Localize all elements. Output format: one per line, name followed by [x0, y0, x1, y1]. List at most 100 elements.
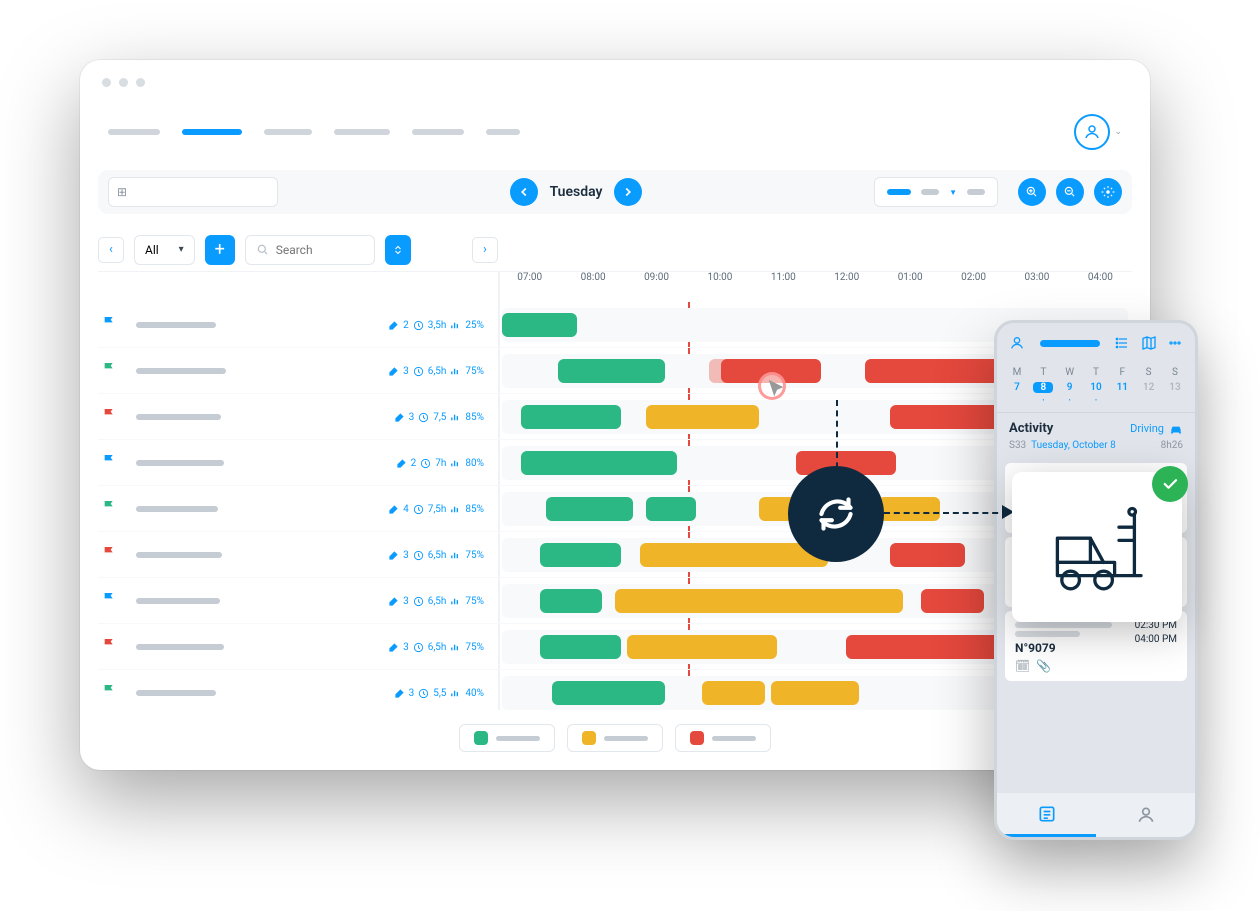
- resource-row[interactable]: 36,5h75%: [98, 348, 1132, 394]
- time-header: 07:0008:0009:0010:0011:0012:0001:0002:00…: [498, 272, 1132, 302]
- resource-rows: 23,5h25% 36,5h75% 37,585%27h80%47,5h85% 36,…: [98, 302, 1132, 710]
- search-input[interactable]: [245, 235, 375, 265]
- next-day-button[interactable]: [614, 178, 642, 206]
- connector-line: [884, 512, 1008, 514]
- resource-row[interactable]: 36,5h75%: [98, 624, 1132, 670]
- legend-green: [459, 724, 555, 752]
- date-navigator: Tuesday: [510, 178, 643, 206]
- view-toggle[interactable]: ▼: [874, 177, 998, 207]
- user-icon: [1009, 335, 1025, 351]
- row-stats: 36,5h75%: [388, 366, 484, 377]
- topbar: ⌄: [108, 115, 1122, 149]
- resource-row[interactable]: 23,5h25%: [98, 302, 1132, 348]
- prev-day-button[interactable]: [510, 178, 538, 206]
- chevron-down-icon: ▾: [179, 244, 184, 255]
- user-menu[interactable]: ⌄: [1074, 114, 1122, 150]
- collapse-left-button[interactable]: ‹: [98, 237, 124, 263]
- tab-profile[interactable]: [1096, 793, 1195, 837]
- row-stats: 35,540%: [394, 688, 484, 699]
- check-badge: [1152, 466, 1188, 502]
- zoom-out-button[interactable]: [1056, 178, 1084, 206]
- nav-item-active[interactable]: [182, 129, 242, 135]
- resource-row[interactable]: 47,5h85%: [98, 486, 1132, 532]
- time-tick: 02:00: [942, 272, 1005, 302]
- task-bar[interactable]: [540, 589, 603, 613]
- search-field[interactable]: [276, 243, 356, 257]
- row-stats: 36,5h75%: [388, 642, 484, 653]
- task-bar[interactable]: [615, 589, 903, 613]
- more-icon[interactable]: [1167, 335, 1183, 351]
- task-bar[interactable]: [702, 681, 765, 705]
- flag-icon: [102, 637, 122, 657]
- task-bar[interactable]: [502, 313, 577, 337]
- time-tick: 11:00: [752, 272, 815, 302]
- flag-icon: [102, 591, 122, 611]
- time-tick: 04:00: [1069, 272, 1132, 302]
- org-selector[interactable]: ⊞: [108, 177, 278, 207]
- time-tick: 03:00: [1005, 272, 1068, 302]
- task-bar[interactable]: [646, 405, 759, 429]
- resource-name: [136, 690, 216, 696]
- collapse-right-button[interactable]: ›: [472, 237, 498, 263]
- time-tick: 12:00: [815, 272, 878, 302]
- progress-bar: [1040, 340, 1100, 347]
- timeline: 07:0008:0009:0010:0011:0012:0001:0002:00…: [98, 272, 1132, 710]
- phone-tabbar: [997, 793, 1195, 837]
- legend-amber: [567, 724, 663, 752]
- resource-name: [136, 322, 216, 328]
- toolbar-actions: ▼: [874, 177, 1122, 207]
- task-bar[interactable]: [521, 451, 678, 475]
- nav-item[interactable]: [334, 129, 390, 135]
- row-stats: 36,5h75%: [388, 550, 484, 561]
- task-bar[interactable]: [558, 359, 664, 383]
- add-button[interactable]: +: [205, 235, 235, 265]
- task-bar[interactable]: [771, 681, 859, 705]
- task-bar[interactable]: [846, 635, 1015, 659]
- main-nav: [108, 129, 520, 135]
- phone-week-selector[interactable]: MTWTFSS78910111213•••: [997, 363, 1195, 413]
- resource-row[interactable]: 27h80%: [98, 440, 1132, 486]
- task-card-overlay: [1012, 472, 1182, 622]
- resource-row[interactable]: 36,5h75%: [98, 578, 1132, 624]
- nav-item[interactable]: [264, 129, 312, 135]
- task-bar[interactable]: [646, 497, 696, 521]
- toolbar: ⊞ Tuesday ▼: [98, 170, 1132, 214]
- settings-button[interactable]: [1094, 178, 1122, 206]
- nav-item[interactable]: [486, 129, 520, 135]
- task-bar[interactable]: [921, 589, 984, 613]
- list-icon[interactable]: [1115, 335, 1131, 351]
- time-tick: 07:00: [498, 272, 561, 302]
- task-bar[interactable]: [546, 497, 634, 521]
- resource-name: [136, 552, 222, 558]
- attachment-icon: 📎: [1036, 659, 1051, 673]
- scheduler-window: ⌄ ⊞ Tuesday ▼ ‹ All▾ + ›: [80, 60, 1150, 770]
- flag-icon: [102, 683, 122, 703]
- time-tick: 01:00: [878, 272, 941, 302]
- flag-icon: [102, 499, 122, 519]
- phone-topbar: [997, 323, 1195, 363]
- flag-icon: [102, 361, 122, 381]
- task-bar[interactable]: [890, 543, 965, 567]
- resource-row[interactable]: 36,5h75%: [98, 532, 1132, 578]
- nav-item[interactable]: [108, 129, 160, 135]
- task-bar[interactable]: [552, 681, 665, 705]
- resource-row[interactable]: 37,585%: [98, 394, 1132, 440]
- nav-item[interactable]: [412, 129, 464, 135]
- flag-icon: [102, 407, 122, 427]
- task-bar[interactable]: [878, 497, 941, 521]
- task-bar[interactable]: [540, 543, 621, 567]
- task-bar[interactable]: [521, 405, 621, 429]
- map-icon[interactable]: [1141, 335, 1157, 351]
- tab-list[interactable]: [997, 793, 1096, 837]
- task-bar[interactable]: [540, 635, 621, 659]
- zoom-in-button[interactable]: [1018, 178, 1046, 206]
- task-bar[interactable]: [627, 635, 777, 659]
- time-tick: 09:00: [625, 272, 688, 302]
- row-stats: 23,5h25%: [388, 320, 484, 331]
- time-tick: 08:00: [561, 272, 624, 302]
- filter-select[interactable]: All▾: [134, 235, 195, 265]
- sort-button[interactable]: [385, 235, 411, 265]
- task-bar[interactable]: [640, 543, 828, 567]
- resource-name: [136, 368, 226, 374]
- resource-row[interactable]: 35,540%: [98, 670, 1132, 710]
